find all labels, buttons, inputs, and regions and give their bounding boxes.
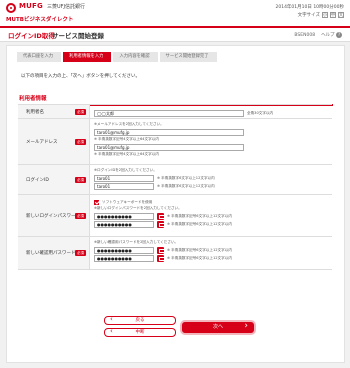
help-label: ヘルプ bbox=[321, 33, 335, 38]
required-badge: 必須 bbox=[75, 212, 86, 219]
email-note-1: ※メールアドレスを2回入力してください。 bbox=[94, 122, 164, 126]
mufg-logo-icon bbox=[6, 3, 16, 13]
user-info-form: 利用者名 必須 ◯◯太郎 全角30文字以内 メールアドレス 必須 ※メールアドレ… bbox=[18, 104, 332, 270]
title-bar: ログインID取得 サービス開始登録 BSEN008 ヘルプ ? bbox=[0, 26, 350, 42]
password-label-cell: 新しいログインパスワード 必須 bbox=[18, 195, 90, 236]
progress-steps: 代表口座を入力 利用者情報を入力 入力内容を確認 サービス開始登録完了 bbox=[17, 52, 219, 62]
password-label: 新しいログインパスワード bbox=[26, 213, 80, 219]
password-input-1[interactable]: ●●●●●●●●●● bbox=[94, 212, 154, 220]
font-size-switcher: 文字サイズ 小 中 大 bbox=[298, 12, 344, 18]
software-keyboard-checkbox[interactable] bbox=[94, 199, 99, 205]
next-button[interactable]: 次へ bbox=[180, 320, 256, 335]
confirm-password-input-2[interactable]: ●●●●●●●●●● bbox=[94, 255, 154, 262]
email-value-cell: ※メールアドレスを2回入力してください。 taro01@mufg.jp ※ 半角… bbox=[90, 119, 332, 164]
intro-text: 以下の項目を入力の上、「次へ」ボタンを押してください。 bbox=[21, 74, 140, 79]
font-size-label: 文字サイズ bbox=[297, 13, 320, 18]
bank-name: 三菱UFJ信託銀行 bbox=[47, 4, 86, 10]
password-note-1: ※新しいログインパスワードを2回入力してください。 bbox=[94, 206, 182, 210]
help-area: BSEN008 ヘルプ ? bbox=[294, 32, 342, 38]
required-badge: 必須 bbox=[75, 176, 86, 183]
required-badge: 必須 bbox=[75, 250, 86, 256]
login-id-row: ログインID 必須 ※ログインIDを2回入力してください。 taro01 ※ 半… bbox=[18, 165, 332, 195]
login-id-note-2: ※ 半角英数字6文字以上12文字以内 bbox=[157, 175, 215, 180]
password-note-3: ※ 半角英数字記号6文字以上12文字以内 bbox=[167, 222, 232, 226]
confirm-password-value-cell: ※新しい確認用パスワードを2回入力してください。 ●●●●●●●●●● ※ 半角… bbox=[90, 237, 332, 269]
password-note-2: ※ 半角英数字記号6文字以上12文字以内 bbox=[167, 213, 232, 218]
name-value-cell: ◯◯太郎 全角30文字以内 bbox=[90, 105, 332, 118]
secondary-buttons: 戻る 中断 bbox=[104, 316, 176, 340]
font-medium-button[interactable]: 中 bbox=[330, 12, 336, 18]
confirm-password-note-3: ※ 半角英数字記号6文字以上12文字以内 bbox=[167, 256, 232, 260]
login-id-input-2[interactable]: taro01 bbox=[94, 183, 154, 190]
login-id-value-cell: ※ログインIDを2回入力してください。 taro01 ※ 半角英数字6文字以上1… bbox=[90, 165, 332, 194]
required-badge: 必須 bbox=[75, 108, 86, 115]
login-id-label-cell: ログインID 必須 bbox=[18, 165, 90, 194]
required-badge: 必須 bbox=[75, 138, 86, 145]
help-icon: ? bbox=[336, 32, 342, 38]
keyboard-icon[interactable] bbox=[157, 246, 165, 254]
step-4: サービス開始登録完了 bbox=[159, 52, 217, 62]
keyboard-icon[interactable] bbox=[157, 221, 165, 228]
font-small-button[interactable]: 小 bbox=[322, 12, 328, 18]
back-button[interactable]: 戻る bbox=[104, 316, 176, 325]
login-id-note-1: ※ログインIDを2回入力してください。 bbox=[94, 168, 157, 172]
step-1: 代表口座を入力 bbox=[17, 52, 62, 62]
email-note-2: ※ 半角英数字記号4文字以上64文字以内 bbox=[94, 137, 159, 141]
login-id-label: ログインID bbox=[26, 177, 49, 183]
name-input[interactable]: ◯◯太郎 bbox=[94, 109, 244, 117]
brand-name: MUFG bbox=[19, 2, 43, 10]
confirm-password-label: 新しい確認用パスワード bbox=[26, 251, 76, 256]
screen-code: BSEN008 bbox=[294, 32, 316, 38]
name-label: 利用者名 bbox=[26, 109, 44, 115]
email-input-1[interactable]: taro01@mufg.jp bbox=[94, 128, 244, 136]
cancel-button[interactable]: 中断 bbox=[104, 328, 176, 337]
login-datetime: 2014年01月10日 10時00分00秒 bbox=[275, 5, 344, 10]
confirm-password-note-1: ※新しい確認用パスワードを2回入力してください。 bbox=[94, 240, 179, 244]
name-row: 利用者名 必須 ◯◯太郎 全角30文字以内 bbox=[18, 105, 332, 119]
confirm-password-label-cell: 新しい確認用パスワード 必須 bbox=[18, 237, 90, 269]
brand-header: MUFG 三菱UFJ信託銀行 MUTBビジネスダイレクト 2014年01月10日… bbox=[0, 0, 350, 26]
font-large-button[interactable]: 大 bbox=[338, 12, 344, 18]
login-id-note-3: ※ 半角英数字6文字以上12文字以内 bbox=[157, 184, 215, 188]
software-keyboard-label: ソフトウェアキーボードを使用 bbox=[102, 199, 153, 204]
email-label: メールアドレス bbox=[26, 139, 58, 145]
email-input-2[interactable]: taro01@mufg.jp bbox=[94, 143, 244, 151]
confirm-password-row: 新しい確認用パスワード 必須 ※新しい確認用パスワードを2回入力してください。 … bbox=[18, 237, 332, 270]
service-name: MUTBビジネスダイレクト bbox=[6, 17, 74, 23]
email-label-cell: メールアドレス 必須 bbox=[18, 119, 90, 164]
login-id-input-1[interactable]: taro01 bbox=[94, 174, 154, 182]
step-3: 入力内容を確認 bbox=[113, 52, 158, 62]
password-row: 新しいログインパスワード 必須 ソフトウェアキーボードを使用 ※新しいログインパ… bbox=[18, 195, 332, 237]
help-link[interactable]: ヘルプ ? bbox=[321, 32, 342, 38]
email-note-3: ※ 半角英数字記号4文字以上64文字以内 bbox=[94, 152, 159, 156]
confirm-password-note-2: ※ 半角英数字記号6文字以上12文字以内 bbox=[167, 247, 232, 252]
page-title: サービス開始登録 bbox=[52, 32, 104, 40]
login-id-title: ログインID取得 bbox=[8, 32, 55, 40]
name-label-cell: 利用者名 必須 bbox=[18, 105, 90, 118]
password-value-cell: ソフトウェアキーボードを使用 ※新しいログインパスワードを2回入力してください。… bbox=[90, 195, 332, 236]
step-2-current: 利用者情報を入力 bbox=[63, 52, 112, 62]
email-row: メールアドレス 必須 ※メールアドレスを2回入力してください。 taro01@m… bbox=[18, 119, 332, 165]
name-note: 全角30文字以内 bbox=[247, 110, 274, 115]
confirm-password-input-1[interactable]: ●●●●●●●●●● bbox=[94, 246, 154, 254]
password-input-2[interactable]: ●●●●●●●●●● bbox=[94, 221, 154, 228]
keyboard-icon[interactable] bbox=[157, 212, 165, 220]
keyboard-icon[interactable] bbox=[157, 255, 165, 262]
